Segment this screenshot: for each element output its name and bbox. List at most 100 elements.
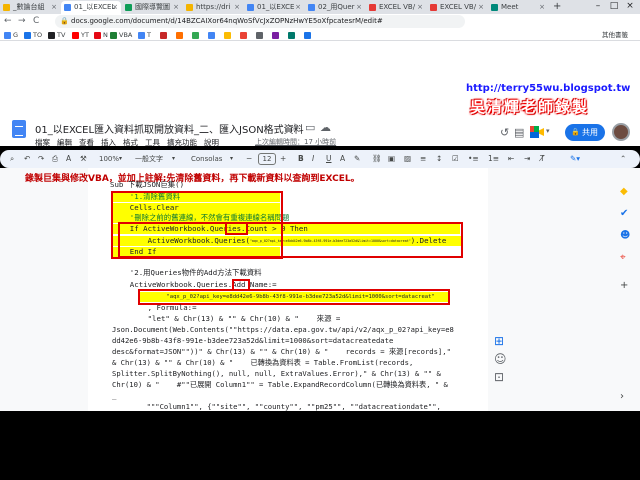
browser-tab[interactable]: EXCEL VB/×	[366, 1, 426, 14]
highlight-icon[interactable]: ✎	[354, 150, 360, 168]
chevron-down-icon[interactable]: ▾	[230, 150, 233, 168]
bookmark-t[interactable]: T	[138, 29, 151, 41]
chevron-right-icon[interactable]: ›	[620, 391, 624, 402]
collapse-icon[interactable]: ⌃	[620, 150, 626, 168]
bookmark-icon[interactable]	[304, 29, 313, 41]
outdent-icon[interactable]: ⇤	[508, 150, 514, 168]
close-icon[interactable]: ×	[173, 1, 179, 14]
paint-format-icon[interactable]: ⚒	[80, 150, 87, 168]
bookmark-to[interactable]: TO	[24, 29, 42, 41]
bookmark-icon[interactable]	[208, 29, 217, 41]
reload-icon[interactable]: C	[33, 15, 39, 28]
back-icon[interactable]: ←	[4, 15, 12, 28]
text-color-icon[interactable]: A	[340, 150, 345, 168]
bookmark-icon[interactable]	[192, 29, 201, 41]
menu-tools[interactable]: 工具	[145, 138, 160, 147]
move-folder-icon[interactable]: ▭	[305, 121, 315, 134]
indent-icon[interactable]: ⇥	[524, 150, 530, 168]
italic-icon[interactable]: I	[312, 150, 314, 168]
menu-help[interactable]: 說明	[204, 138, 219, 147]
checklist-icon[interactable]: ☑	[452, 150, 459, 168]
bookmark-tv[interactable]: TV	[48, 29, 65, 41]
meet-icon[interactable]	[530, 126, 544, 138]
add-icon[interactable]: +	[620, 280, 628, 291]
clear-format-icon[interactable]: T̸	[540, 150, 545, 168]
browser-tab-active[interactable]: 01_以EXCEL ×	[61, 1, 121, 14]
bold-icon[interactable]: B	[298, 150, 304, 168]
link-icon[interactable]: ⛓	[372, 150, 382, 168]
contacts-icon[interactable]: ☻	[620, 230, 630, 241]
browser-tab[interactable]: _數論台組 ×	[0, 1, 60, 14]
add-comment-icon[interactable]: ▣	[388, 150, 395, 168]
url-input[interactable]: 🔒 docs.google.com/document/d/14BZCAIXor64…	[55, 15, 465, 28]
share-button[interactable]: 🔒 共用	[565, 124, 605, 141]
menu-view[interactable]: 查看	[79, 138, 94, 147]
zoom-select[interactable]: 100%	[96, 153, 119, 165]
underline-icon[interactable]: U	[326, 150, 332, 168]
tasks-icon[interactable]: ✔	[620, 208, 628, 219]
redo-icon[interactable]: ↷	[38, 150, 44, 168]
close-icon[interactable]: ×	[112, 1, 118, 14]
spellcheck-icon[interactable]: A	[66, 150, 71, 168]
search-menus-icon[interactable]: ⌕	[10, 150, 14, 168]
maximize-icon[interactable]: □	[606, 0, 622, 13]
bookmark-icon[interactable]	[224, 29, 233, 41]
chevron-down-icon[interactable]: ▾	[546, 127, 550, 135]
close-icon[interactable]: ×	[417, 1, 423, 14]
line-spacing-icon[interactable]: ↕	[436, 150, 442, 168]
close-window-icon[interactable]: ×	[622, 0, 638, 13]
bookmark-vba[interactable]: VBA	[110, 29, 132, 41]
minimize-icon[interactable]: –	[590, 0, 606, 13]
browser-tab[interactable]: EXCEL VB/×	[427, 1, 487, 14]
document-title[interactable]: 01_以EXCEL匯入資料抓取開放資料_二、匯入JSON格式資料	[35, 121, 304, 136]
close-icon[interactable]: ×	[356, 1, 362, 14]
close-icon[interactable]: ×	[539, 1, 545, 14]
comment-icon[interactable]: ▤	[514, 126, 524, 139]
close-icon[interactable]: ×	[295, 1, 301, 14]
docs-logo-icon[interactable]	[12, 120, 26, 138]
chevron-down-icon[interactable]: ▾	[172, 150, 175, 168]
bookmark-google[interactable]: G	[4, 29, 18, 41]
add-comment-icon[interactable]: ⊞	[494, 334, 504, 348]
menu-format[interactable]: 格式	[123, 138, 138, 147]
editing-mode-icon[interactable]: ✎▾	[570, 150, 580, 168]
decrease-font-icon[interactable]: −	[246, 150, 252, 168]
bookmark-icon[interactable]	[288, 29, 297, 41]
other-bookmarks[interactable]: 其他書籤	[602, 29, 628, 41]
close-icon[interactable]: ×	[234, 1, 240, 14]
history-icon[interactable]: ↺	[500, 126, 509, 139]
increase-font-icon[interactable]: +	[280, 150, 286, 168]
menu-file[interactable]: 檔案	[35, 138, 50, 147]
bullet-list-icon[interactable]: •≡	[468, 150, 479, 168]
maps-icon[interactable]: ⌖	[620, 252, 626, 263]
emoji-icon[interactable]: ☺	[494, 352, 507, 366]
menu-insert[interactable]: 插入	[101, 138, 116, 147]
new-tab-button[interactable]: +	[553, 1, 561, 12]
bookmark-n[interactable]: N	[94, 29, 108, 41]
browser-tab[interactable]: 01_以EXCE ×	[244, 1, 304, 14]
font-size-input[interactable]: 12	[258, 153, 276, 165]
last-edit-link[interactable]: 上次編輯時間：17 小時前	[255, 137, 336, 147]
image-icon[interactable]: ▨	[404, 150, 411, 168]
avatar[interactable]	[612, 123, 630, 141]
menu-edit[interactable]: 編輯	[57, 138, 72, 147]
suggest-edit-icon[interactable]: ⊡	[494, 370, 504, 384]
star-icon[interactable]: ☆	[290, 121, 300, 134]
browser-tab[interactable]: 02_用Quer ×	[305, 1, 365, 14]
browser-tab[interactable]: Meet ×	[488, 1, 548, 14]
print-icon[interactable]: ⎙	[52, 150, 58, 168]
bookmark-yt[interactable]: YT	[72, 29, 89, 41]
bookmark-icon[interactable]	[240, 29, 249, 41]
close-icon[interactable]: ×	[478, 1, 484, 14]
font-select[interactable]: Consolas	[188, 153, 222, 165]
bookmark-icon[interactable]	[272, 29, 281, 41]
style-select[interactable]: 一般文字	[132, 153, 163, 165]
menu-extensions[interactable]: 擴充功能	[167, 138, 197, 147]
chevron-down-icon[interactable]: ▾	[119, 150, 122, 168]
keep-icon[interactable]: ◆	[620, 186, 628, 197]
forward-icon[interactable]: →	[18, 15, 26, 28]
undo-icon[interactable]: ↶	[24, 150, 30, 168]
close-icon[interactable]: ×	[51, 1, 57, 14]
numbered-list-icon[interactable]: 1≡	[488, 150, 499, 168]
cloud-status-icon[interactable]: ☁	[320, 121, 331, 134]
